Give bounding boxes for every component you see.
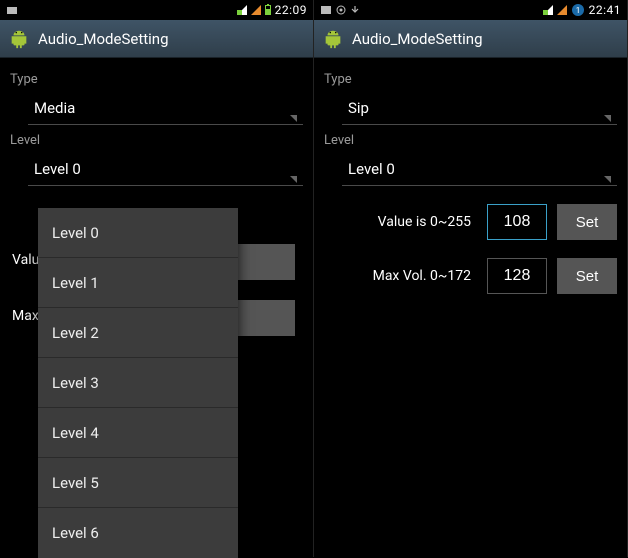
type-label: Type (324, 72, 617, 87)
svg-text:1: 1 (575, 6, 580, 15)
target-icon (336, 5, 346, 15)
gallery-icon (320, 4, 332, 16)
dropdown-item-level-1[interactable]: Level 1 (38, 258, 238, 308)
battery-saver-icon: 1 (571, 3, 585, 17)
android-icon (8, 28, 30, 50)
download-icon (350, 5, 360, 15)
signal-sim1-icon (543, 5, 553, 15)
level-spinner[interactable]: Level 0 (28, 152, 303, 186)
type-spinner[interactable]: Sip (342, 91, 617, 125)
type-spinner[interactable]: Media (28, 91, 303, 125)
dropdown-item-level-2[interactable]: Level 2 (38, 308, 238, 358)
type-spinner-value: Sip (348, 99, 369, 117)
chevron-down-icon (290, 115, 297, 122)
level-label: Level (10, 133, 303, 148)
storage-icon (6, 4, 18, 16)
screen-right: 1 22:41 Audio_ModeSetting Type Sip Level… (314, 0, 628, 557)
clock: 22:09 (275, 3, 307, 17)
dropdown-item-level-3[interactable]: Level 3 (38, 358, 238, 408)
signal-sim1-icon (237, 5, 247, 15)
value-row: Value is 0~255 Set (342, 204, 617, 240)
value-input[interactable] (487, 204, 547, 240)
max-label-cut: Max (12, 308, 39, 324)
title-bar: Audio_ModeSetting (0, 20, 313, 58)
value-label: Value is 0~255 (342, 214, 477, 230)
chevron-down-icon (290, 176, 297, 183)
value-label-cut: Valu (12, 252, 39, 268)
signal-sim2-icon (251, 5, 261, 15)
set-max-button[interactable]: Set (557, 258, 617, 294)
android-icon (322, 28, 344, 50)
clock: 22:41 (589, 3, 621, 17)
max-row: Max Vol. 0~172 Set (342, 258, 617, 294)
type-label: Type (10, 72, 303, 87)
screen-left: 22:09 Audio_ModeSetting Type Media Level… (0, 0, 314, 557)
dropdown-item-level-0[interactable]: Level 0 (38, 208, 238, 258)
signal-sim2-icon (557, 5, 567, 15)
max-label: Max Vol. 0~172 (342, 268, 477, 284)
battery-icon (265, 5, 271, 15)
level-label: Level (324, 133, 617, 148)
title-bar: Audio_ModeSetting (314, 20, 627, 58)
set-button-obscured-2[interactable] (235, 300, 295, 336)
max-input[interactable] (487, 258, 547, 294)
status-bar: 22:09 (0, 0, 313, 20)
app-title: Audio_ModeSetting (352, 30, 483, 48)
status-bar: 1 22:41 (314, 0, 627, 20)
dropdown-item-level-5[interactable]: Level 5 (38, 458, 238, 508)
app-title: Audio_ModeSetting (38, 30, 169, 48)
type-spinner-value: Media (34, 99, 75, 117)
set-button-obscured-1[interactable] (235, 244, 295, 280)
level-spinner[interactable]: Level 0 (342, 152, 617, 186)
dropdown-item-level-4[interactable]: Level 4 (38, 408, 238, 458)
dropdown-item-level-6[interactable]: Level 6 (38, 508, 238, 558)
set-value-button[interactable]: Set (557, 204, 617, 240)
level-dropdown: Level 0 Level 1 Level 2 Level 3 Level 4 … (38, 208, 238, 558)
level-spinner-value: Level 0 (34, 160, 81, 178)
chevron-down-icon (604, 176, 611, 183)
chevron-down-icon (604, 115, 611, 122)
level-spinner-value: Level 0 (348, 160, 395, 178)
